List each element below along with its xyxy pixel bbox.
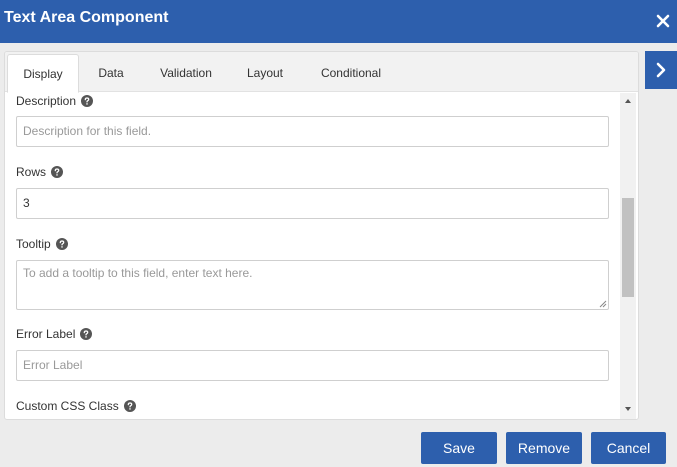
error-label-label: Error Label: [16, 327, 93, 341]
chevron-right-icon: [656, 62, 666, 78]
save-button[interactable]: Save: [421, 432, 497, 464]
tab-validation[interactable]: Validation: [146, 54, 226, 92]
tab-bar: Display Data Validation Layout Condition…: [5, 52, 638, 93]
tooltip-placeholder: To add a tooltip to this field, enter te…: [23, 266, 253, 280]
scrollbar-thumb[interactable]: [622, 198, 634, 297]
description-label-text: Description: [16, 94, 77, 108]
error-label-input[interactable]: Error Label: [16, 350, 609, 381]
custom-css-label-text: Custom CSS Class: [16, 399, 119, 413]
scroll-up-arrow[interactable]: [624, 98, 632, 104]
question-circle-icon[interactable]: [80, 328, 93, 340]
side-panel-toggle[interactable]: [645, 51, 677, 89]
tab-data[interactable]: Data: [85, 54, 137, 92]
tooltip-label: Tooltip: [16, 237, 68, 251]
error-label-label-text: Error Label: [16, 327, 76, 341]
close-button[interactable]: [652, 10, 674, 32]
tab-display[interactable]: Display: [7, 54, 79, 93]
question-circle-icon[interactable]: [123, 400, 136, 412]
question-circle-icon[interactable]: [51, 166, 64, 178]
description-label: Description: [16, 94, 94, 108]
rows-label: Rows: [16, 165, 64, 179]
settings-panel: Display Data Validation Layout Condition…: [4, 51, 639, 420]
question-circle-icon[interactable]: [81, 95, 94, 107]
triangle-up-icon: [625, 99, 631, 103]
tab-layout[interactable]: Layout: [235, 54, 295, 92]
form-scroll-area[interactable]: Description Description for this field. …: [5, 93, 638, 419]
question-circle-icon[interactable]: [55, 238, 68, 250]
tooltip-textarea[interactable]: To add a tooltip to this field, enter te…: [16, 260, 609, 310]
vertical-scrollbar[interactable]: [620, 93, 636, 419]
custom-css-label: Custom CSS Class: [16, 399, 136, 413]
tooltip-label-text: Tooltip: [16, 237, 51, 251]
close-icon: [656, 14, 670, 28]
dialog-title: Text Area Component: [4, 9, 169, 26]
rows-input[interactable]: 3: [16, 188, 609, 219]
triangle-down-icon: [625, 407, 631, 411]
remove-button[interactable]: Remove: [506, 432, 582, 464]
dialog-header: Text Area Component: [0, 0, 677, 43]
tab-conditional[interactable]: Conditional: [306, 54, 396, 92]
cancel-button[interactable]: Cancel: [591, 432, 666, 464]
description-input[interactable]: Description for this field.: [16, 116, 609, 147]
scroll-down-arrow[interactable]: [624, 406, 632, 412]
rows-label-text: Rows: [16, 165, 47, 179]
resize-grip-icon[interactable]: [599, 300, 607, 308]
